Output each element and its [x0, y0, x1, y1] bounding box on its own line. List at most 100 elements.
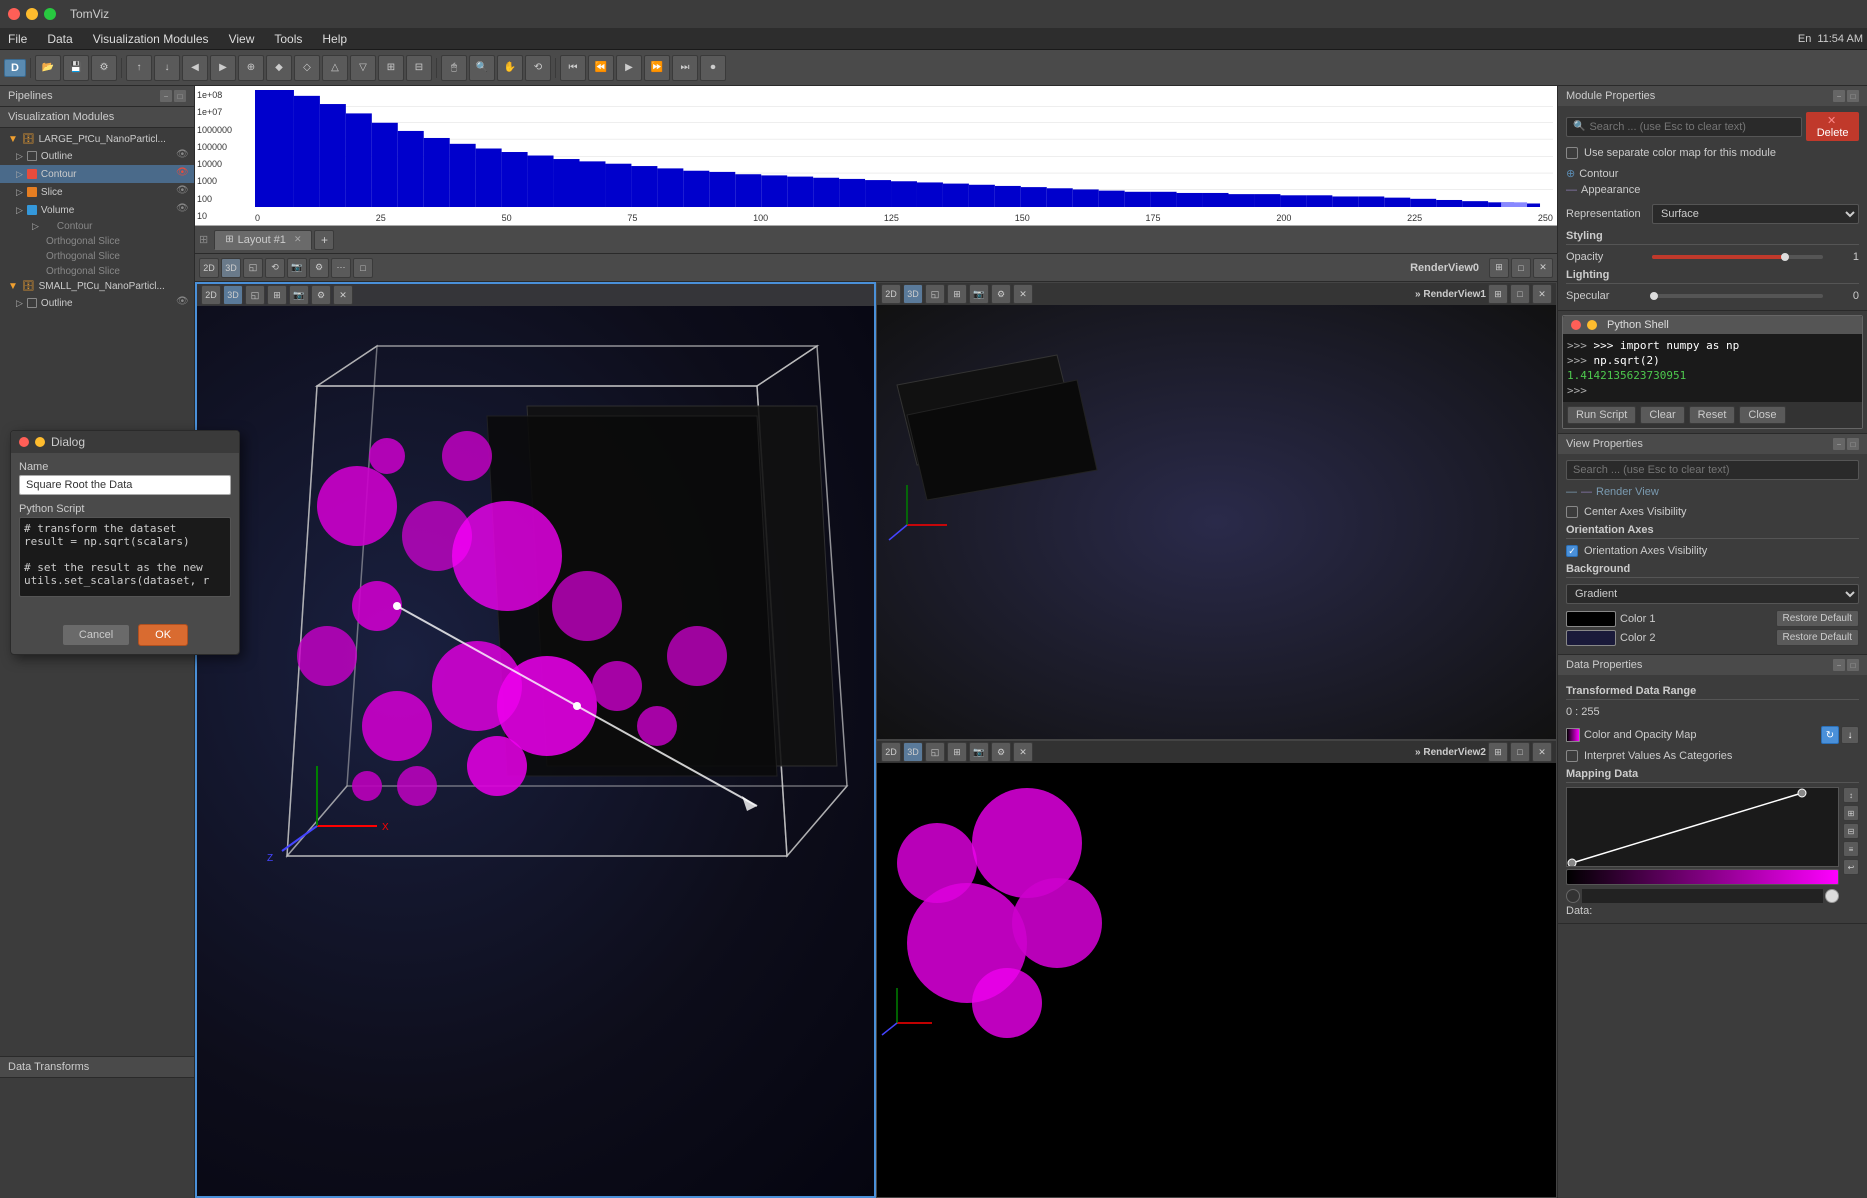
delete-button[interactable]: ✕ Delete — [1806, 112, 1859, 141]
dp-icon-2[interactable]: □ — [1847, 659, 1859, 671]
tree-item-volume1[interactable]: ▷ Volume 👁 — [0, 201, 194, 219]
center-axes-row[interactable]: Center Axes Visibility — [1566, 504, 1859, 520]
orientation-axes-row[interactable]: ✓ Orientation Axes Visibility — [1566, 543, 1859, 559]
view-btn-v2[interactable]: □ — [1511, 258, 1531, 278]
main-set-btn[interactable]: ⚙ — [311, 285, 331, 305]
toolbar-btn-zoom[interactable]: 🔍 — [469, 55, 495, 81]
tr-set-btn[interactable]: ⚙ — [991, 284, 1011, 304]
color1-restore-button[interactable]: Restore Default — [1776, 610, 1859, 627]
view-btn-reset-cam[interactable]: ⟲ — [265, 258, 285, 278]
representation-select[interactable]: Surface — [1652, 204, 1859, 224]
br-cam-btn[interactable]: 📷 — [969, 742, 989, 762]
tr-3d-btn[interactable]: 3D — [903, 284, 923, 304]
menu-help[interactable]: Help — [318, 30, 351, 48]
dialog-min-btn[interactable] — [35, 437, 45, 447]
dialog-close-btn[interactable] — [19, 437, 29, 447]
cop-download-btn[interactable]: ↓ — [1841, 726, 1859, 744]
main-close-btn[interactable]: ✕ — [333, 285, 353, 305]
view-btn-v3[interactable]: ✕ — [1533, 258, 1553, 278]
toolbar-btn-9[interactable]: ▽ — [350, 55, 376, 81]
tr-v3[interactable]: ✕ — [1532, 284, 1552, 304]
map-btn-4[interactable]: ≡ — [1843, 841, 1859, 857]
tree-item-small[interactable]: ▼ 🗄 SMALL_PtCu_NanoParticl... — [0, 279, 194, 294]
br-v3[interactable]: ✕ — [1532, 742, 1552, 762]
layout-tab-add[interactable]: + — [314, 230, 334, 250]
color2-restore-button[interactable]: Restore Default — [1776, 629, 1859, 646]
tree-item-outline2[interactable]: ▷ Outline 👁 — [0, 294, 194, 312]
pipelines-icon-1[interactable]: − — [160, 90, 172, 102]
interpret-categories-checkbox[interactable] — [1566, 750, 1578, 762]
main-more-btn[interactable]: ◱ — [245, 285, 265, 305]
separate-colormap-checkbox[interactable] — [1566, 147, 1578, 159]
d-button[interactable]: D — [4, 59, 26, 77]
br-set-btn[interactable]: ⚙ — [991, 742, 1011, 762]
view-btn-3d[interactable]: 3D — [221, 258, 241, 278]
render-view-bottom-right[interactable]: 2D 3D ◱ ⊞ 📷 ⚙ ✕ » RenderView2 ⊞ □ ✕ — [876, 740, 1557, 1198]
orientation-axes-checkbox[interactable]: ✓ — [1566, 545, 1578, 557]
tree-item-contour2[interactable]: ▷ Contour — [0, 219, 194, 234]
tr-close-btn[interactable]: ✕ — [1013, 284, 1033, 304]
view-btn-maximize[interactable]: □ — [353, 258, 373, 278]
mp-icon-2[interactable]: □ — [1847, 90, 1859, 102]
tr-expand-btn[interactable]: ⊞ — [947, 284, 967, 304]
layout-tab-1[interactable]: ⊞ Layout #1 ✕ — [214, 230, 312, 250]
view-btn-2d[interactable]: 2D — [199, 258, 219, 278]
eye-icon-2[interactable]: 👁 — [176, 167, 190, 181]
ctrl-pt-1[interactable] — [1566, 889, 1580, 903]
ps-min-btn[interactable] — [1587, 320, 1597, 330]
toolbar-btn-1[interactable]: ↑ — [126, 55, 152, 81]
tree-item-large[interactable]: ▼ 🗄 LARGE_PtCu_NanoParticl... — [0, 132, 194, 147]
br-v1[interactable]: ⊞ — [1488, 742, 1508, 762]
toolbar-btn-4[interactable]: ▶ — [210, 55, 236, 81]
clear-button[interactable]: Clear — [1640, 406, 1684, 424]
map-btn-2[interactable]: ⊞ — [1843, 805, 1859, 821]
mp-icon-1[interactable]: − — [1833, 90, 1845, 102]
tr-v2[interactable]: □ — [1510, 284, 1530, 304]
toolbar-btn-prev[interactable]: ⏪ — [588, 55, 614, 81]
br-3d-btn[interactable]: 3D — [903, 742, 923, 762]
eye-icon-5[interactable]: 👁 — [176, 296, 190, 310]
menu-data[interactable]: Data — [43, 30, 76, 48]
toolbar-btn-7[interactable]: ◇ — [294, 55, 320, 81]
mp-search-box[interactable]: 🔍 — [1566, 117, 1802, 137]
toolbar-btn-end[interactable]: ⏭ — [672, 55, 698, 81]
toolbar-btn-2[interactable]: ↓ — [154, 55, 180, 81]
toolbar-btn-8[interactable]: △ — [322, 55, 348, 81]
ps-close-btn[interactable] — [1571, 320, 1581, 330]
toolbar-btn-record[interactable]: ⏺ — [700, 55, 726, 81]
menu-tools[interactable]: Tools — [270, 30, 306, 48]
cop-refresh-btn[interactable]: ↻ — [1821, 726, 1839, 744]
menu-visualization-modules[interactable]: Visualization Modules — [89, 30, 213, 48]
map-btn-5[interactable]: ↩ — [1843, 859, 1859, 875]
tree-item-ortho3[interactable]: Orthogonal Slice — [0, 264, 194, 279]
tree-item-outline1[interactable]: ▷ Outline 👁 — [0, 147, 194, 165]
menu-view[interactable]: View — [225, 30, 259, 48]
tr-cam-btn[interactable]: 📷 — [969, 284, 989, 304]
run-script-button[interactable]: Run Script — [1567, 406, 1636, 424]
render-view-top-right[interactable]: 2D 3D ◱ ⊞ 📷 ⚙ ✕ » RenderView1 ⊞ □ ✕ — [876, 282, 1557, 740]
main-cam-btn[interactable]: 📷 — [289, 285, 309, 305]
main-3d-btn[interactable]: 3D — [223, 285, 243, 305]
view-btn-more[interactable]: ⋯ — [331, 258, 351, 278]
tree-item-contour1[interactable]: ▷ Contour 👁 — [0, 165, 194, 183]
view-btn-orient[interactable]: ◱ — [243, 258, 263, 278]
br-more-btn[interactable]: ◱ — [925, 742, 945, 762]
map-btn-3[interactable]: ⊟ — [1843, 823, 1859, 839]
map-btn-1[interactable]: ↕ — [1843, 787, 1859, 803]
br-v2[interactable]: □ — [1510, 742, 1530, 762]
toolbar-btn-10[interactable]: ⊞ — [378, 55, 404, 81]
background-type-select[interactable]: Gradient — [1566, 584, 1859, 604]
main-expand-btn[interactable]: ⊞ — [267, 285, 287, 305]
vp-icon-1[interactable]: − — [1833, 438, 1845, 450]
specular-slider[interactable] — [1652, 294, 1823, 298]
tree-item-slice1[interactable]: ▷ Slice 👁 — [0, 183, 194, 201]
tree-item-ortho2[interactable]: Orthogonal Slice — [0, 249, 194, 264]
minimize-button[interactable] — [26, 8, 38, 20]
mp-search-input[interactable] — [1589, 121, 1795, 133]
menu-file[interactable]: File — [4, 30, 31, 48]
toolbar-btn-pipeline[interactable]: ⚙ — [91, 55, 117, 81]
close-shell-button[interactable]: Close — [1739, 406, 1785, 424]
vp-icon-2[interactable]: □ — [1847, 438, 1859, 450]
separate-colormap-row[interactable]: Use separate color map for this module — [1566, 145, 1859, 161]
toolbar-btn-play[interactable]: ▶ — [616, 55, 642, 81]
